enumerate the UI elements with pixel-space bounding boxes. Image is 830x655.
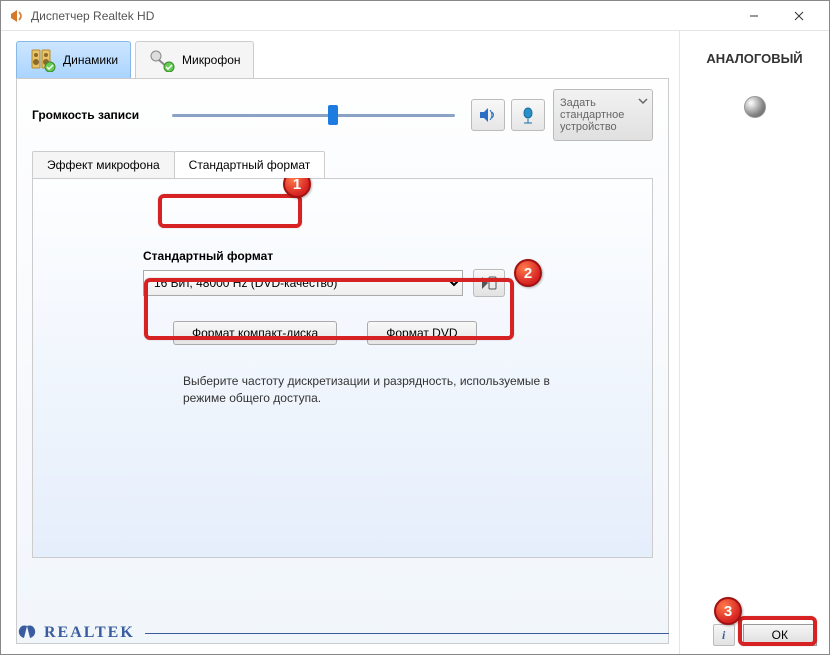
tab-microphone[interactable]: Микрофон bbox=[135, 41, 253, 78]
tab-speakers-label: Динамики bbox=[63, 53, 118, 67]
format-select[interactable]: 16 Бит, 48000 Hz (DVD-качество) bbox=[143, 270, 463, 296]
format-label: Стандартный формат bbox=[143, 249, 622, 263]
format-panel: Стандартный формат 16 Бит, 48000 Hz (DVD… bbox=[32, 178, 653, 558]
microphone-icon bbox=[148, 48, 176, 72]
recording-volume-row: Громкость записи Задать стандартное устр… bbox=[32, 89, 653, 141]
tab-mic-effect[interactable]: Эффект микрофона bbox=[32, 151, 175, 178]
set-default-device-button[interactable]: Задать стандартное устройство bbox=[553, 89, 653, 141]
footer: REALTEK bbox=[16, 622, 669, 644]
recording-volume-label: Громкость записи bbox=[32, 108, 152, 122]
app-icon bbox=[9, 8, 25, 24]
mute-playback-button[interactable] bbox=[471, 99, 505, 131]
main-panel: Громкость записи Задать стандартное устр… bbox=[16, 78, 669, 644]
test-playback-button[interactable] bbox=[473, 269, 505, 297]
device-tabs: Динамики Микрофон bbox=[16, 41, 669, 78]
minimize-button[interactable] bbox=[731, 2, 776, 30]
crab-icon bbox=[16, 622, 38, 644]
mic-subtabs: Эффект микрофона Стандартный формат bbox=[32, 151, 653, 178]
chevron-down-icon bbox=[638, 96, 648, 109]
info-button[interactable]: i bbox=[713, 624, 735, 646]
preset-dvd-button[interactable]: Формат DVD bbox=[367, 321, 476, 345]
analog-jack-indicator[interactable] bbox=[744, 96, 766, 118]
format-hint: Выберите частоту дискретизации и разрядн… bbox=[183, 373, 553, 407]
recording-volume-slider[interactable] bbox=[162, 103, 465, 127]
realtek-logo: REALTEK bbox=[16, 622, 135, 644]
set-default-label: Задать стандартное устройство bbox=[560, 97, 646, 133]
realtek-window: Диспетчер Realtek HD Динамики Микрофон bbox=[0, 0, 830, 655]
ok-button[interactable]: ОК bbox=[743, 624, 817, 646]
tab-speakers[interactable]: Динамики bbox=[16, 41, 131, 78]
speakers-icon bbox=[29, 48, 57, 72]
titlebar: Диспетчер Realtek HD bbox=[1, 1, 829, 31]
window-title: Диспетчер Realtek HD bbox=[31, 9, 731, 23]
side-panel: АНАЛОГОВЫЙ bbox=[679, 31, 829, 654]
preset-cd-button[interactable]: Формат компакт-диска bbox=[173, 321, 337, 345]
mute-mic-button[interactable] bbox=[511, 99, 545, 131]
side-title: АНАЛОГОВЫЙ bbox=[690, 51, 819, 66]
tab-default-format[interactable]: Стандартный формат bbox=[174, 151, 326, 178]
tab-microphone-label: Микрофон bbox=[182, 53, 240, 67]
close-button[interactable] bbox=[776, 2, 821, 30]
